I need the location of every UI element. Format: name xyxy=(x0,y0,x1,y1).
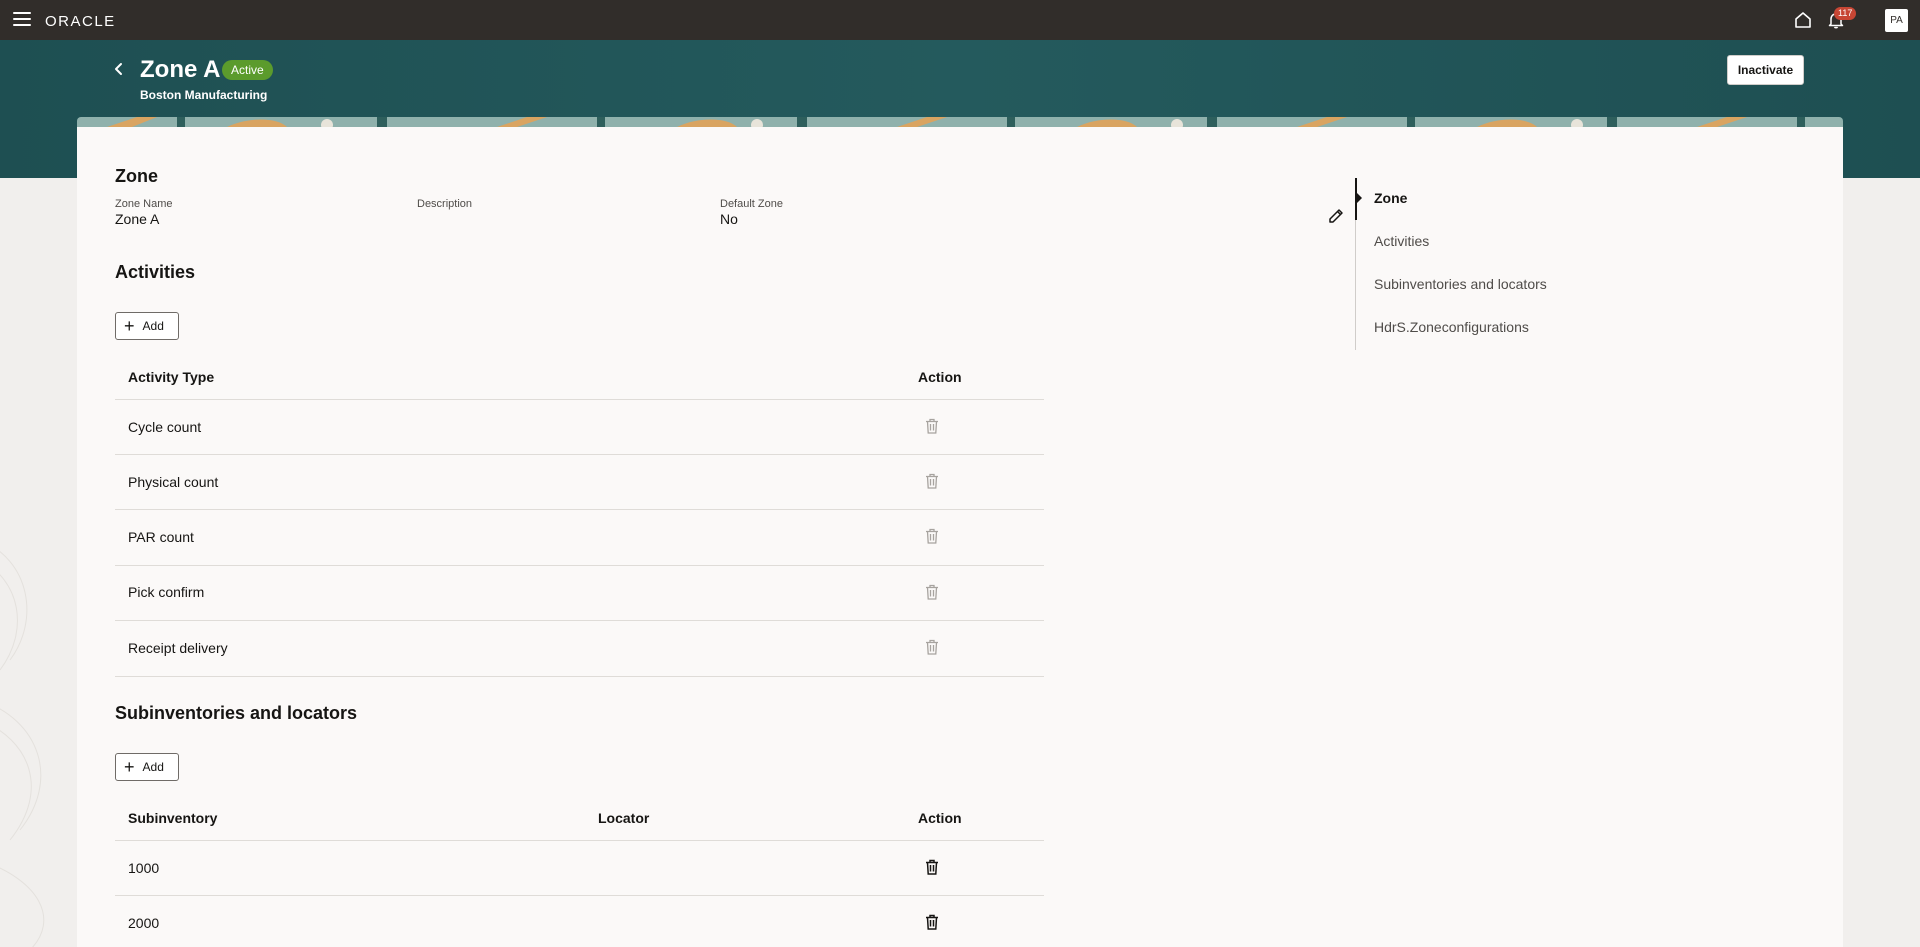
user-avatar[interactable]: PA xyxy=(1885,9,1908,32)
table-divider xyxy=(115,676,1044,677)
add-subinventory-button[interactable]: + Add xyxy=(115,753,179,781)
nav-item-subinventories[interactable]: Subinventories and locators xyxy=(1374,276,1547,292)
activity-type-header: Activity Type xyxy=(128,369,215,385)
activity-row-label: Cycle count xyxy=(128,419,202,435)
table-divider xyxy=(115,620,1044,621)
plus-icon: + xyxy=(124,316,135,336)
trash-icon[interactable] xyxy=(925,859,939,875)
table-divider xyxy=(115,399,1044,400)
trash-icon[interactable] xyxy=(925,914,939,930)
inactivate-button[interactable]: Inactivate xyxy=(1727,55,1804,85)
table-divider xyxy=(115,895,1044,896)
subinventory-row-value: 2000 xyxy=(128,915,160,931)
status-badge: Active xyxy=(222,60,273,80)
nav-item-activities[interactable]: Activities xyxy=(1374,233,1429,249)
home-icon[interactable] xyxy=(1793,10,1813,30)
activity-row-label: Receipt delivery xyxy=(128,640,228,656)
back-arrow-icon[interactable] xyxy=(112,61,126,77)
activity-action-header: Action xyxy=(918,369,962,385)
activity-row-label: Physical count xyxy=(128,474,219,490)
trash-icon[interactable] xyxy=(925,528,939,544)
activity-row-label: PAR count xyxy=(128,529,194,545)
table-divider xyxy=(115,454,1044,455)
notification-count-badge: 117 xyxy=(1834,7,1857,20)
trash-icon[interactable] xyxy=(925,473,939,489)
active-section-arrow-icon xyxy=(1356,192,1362,204)
nav-item-zone[interactable]: Zone xyxy=(1374,190,1407,206)
activities-section-title: Activities xyxy=(115,262,196,282)
nav-item-zone-configurations[interactable]: HdrS.Zoneconfigurations xyxy=(1374,319,1529,335)
hamburger-menu-icon[interactable] xyxy=(13,12,31,28)
table-divider xyxy=(115,840,1044,841)
decorative-banner-pattern xyxy=(77,117,1843,127)
zone-name-label: Zone Name xyxy=(115,198,173,210)
page-title: Zone A xyxy=(140,56,221,83)
table-divider xyxy=(115,509,1044,510)
locator-header: Locator xyxy=(598,810,650,826)
pencil-edit-icon[interactable] xyxy=(1327,208,1344,225)
subinventory-action-header: Action xyxy=(918,810,962,826)
subinventories-section-title: Subinventories and locators xyxy=(115,703,358,723)
organization-subtitle: Boston Manufacturing xyxy=(140,88,268,102)
add-activity-button[interactable]: + Add xyxy=(115,312,179,340)
description-label: Description xyxy=(417,198,473,210)
trash-icon[interactable] xyxy=(925,639,939,655)
default-zone-value: No xyxy=(720,211,738,227)
trash-icon[interactable] xyxy=(925,584,939,600)
plus-icon: + xyxy=(124,757,135,777)
trash-icon[interactable] xyxy=(925,418,939,434)
top-bar: ORACLE 117 PA xyxy=(0,0,1920,40)
subinventory-header: Subinventory xyxy=(128,810,218,826)
add-subinventory-label: Add xyxy=(142,760,164,774)
background-pattern xyxy=(0,551,45,947)
table-divider xyxy=(115,565,1044,566)
subinventory-row-value: 1000 xyxy=(128,860,160,876)
activity-row-label: Pick confirm xyxy=(128,584,205,600)
zone-section-title: Zone xyxy=(115,166,158,186)
oracle-logo: ORACLE xyxy=(45,13,116,30)
add-activity-label: Add xyxy=(142,319,164,333)
zone-name-value: Zone A xyxy=(115,211,160,227)
default-zone-label: Default Zone xyxy=(720,198,783,210)
